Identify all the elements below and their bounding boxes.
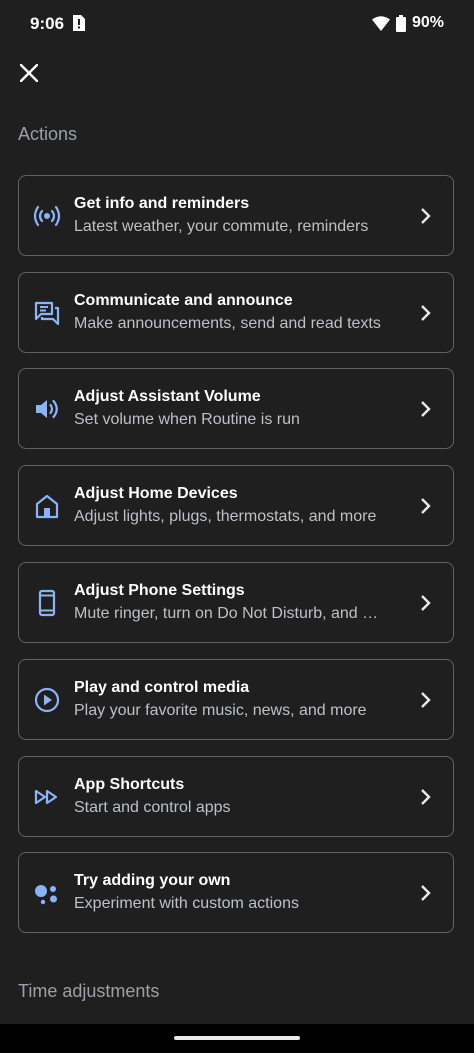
action-title: Get info and reminders bbox=[74, 195, 250, 212]
action-card-get-info[interactable]: Get info and reminders Latest weather, y… bbox=[18, 175, 454, 256]
action-title: Adjust Home Devices bbox=[74, 485, 238, 502]
action-card-phone-settings[interactable]: Adjust Phone Settings Mute ringer, turn … bbox=[18, 562, 454, 643]
action-subtitle: Latest weather, your commute, reminders bbox=[74, 218, 369, 235]
action-subtitle: Start and control apps bbox=[74, 799, 231, 816]
sim-alert-icon bbox=[73, 15, 85, 31]
chevron-right-icon bbox=[421, 498, 431, 514]
action-title: Communicate and announce bbox=[74, 292, 293, 309]
chevron-right-icon bbox=[421, 401, 431, 417]
action-subtitle: Experiment with custom actions bbox=[74, 895, 299, 912]
chevron-right-icon bbox=[421, 692, 431, 708]
home-icon bbox=[35, 494, 59, 519]
chevron-right-icon bbox=[421, 789, 431, 805]
action-card-media[interactable]: Play and control media Play your favorit… bbox=[18, 659, 454, 740]
chevron-right-icon bbox=[421, 595, 431, 611]
action-card-home-devices[interactable]: Adjust Home Devices Adjust lights, plugs… bbox=[18, 465, 454, 546]
action-title: Try adding your own bbox=[74, 872, 231, 889]
action-title: Adjust Phone Settings bbox=[74, 582, 245, 599]
status-icons: 90% bbox=[371, 12, 444, 34]
volume-icon bbox=[36, 399, 58, 419]
action-subtitle: Play your favorite music, news, and more bbox=[74, 702, 367, 719]
fast-forward-icon bbox=[34, 789, 58, 805]
gesture-handle[interactable] bbox=[174, 1036, 300, 1040]
action-subtitle: Mute ringer, turn on Do Not Disturb, and… bbox=[74, 605, 379, 622]
chevron-right-icon bbox=[421, 885, 431, 901]
broadcast-icon bbox=[33, 205, 61, 227]
action-card-custom[interactable]: Try adding your own Experiment with cust… bbox=[18, 852, 454, 933]
close-icon bbox=[20, 64, 38, 82]
action-title: Adjust Assistant Volume bbox=[74, 388, 261, 405]
play-icon bbox=[34, 687, 60, 713]
chevron-right-icon bbox=[421, 208, 431, 224]
battery-percent: 90% bbox=[411, 14, 444, 31]
action-subtitle: Make announcements, send and read texts bbox=[74, 315, 381, 332]
action-subtitle: Set volume when Routine is run bbox=[74, 411, 300, 428]
action-title: Play and control media bbox=[74, 679, 250, 696]
action-card-communicate[interactable]: Communicate and announce Make announceme… bbox=[18, 272, 454, 353]
chat-icon bbox=[34, 301, 60, 326]
action-card-volume[interactable]: Adjust Assistant Volume Set volume when … bbox=[18, 368, 454, 449]
battery-icon bbox=[395, 14, 406, 32]
action-title: App Shortcuts bbox=[74, 776, 185, 793]
chevron-right-icon bbox=[421, 305, 431, 321]
wifi-icon bbox=[371, 15, 390, 31]
assistant-icon bbox=[35, 885, 57, 905]
action-subtitle: Adjust lights, plugs, thermostats, and m… bbox=[74, 508, 377, 525]
section-title-actions: Actions bbox=[18, 124, 78, 144]
phone-icon bbox=[38, 589, 56, 617]
close-button[interactable] bbox=[14, 58, 44, 88]
status-time: 9:06 bbox=[30, 14, 65, 33]
action-card-app-shortcuts[interactable]: App Shortcuts Start and control apps bbox=[18, 756, 454, 837]
section-title-time-adjustments: Time adjustments bbox=[18, 981, 160, 1001]
status-bar: 9:06 90% bbox=[0, 0, 474, 46]
